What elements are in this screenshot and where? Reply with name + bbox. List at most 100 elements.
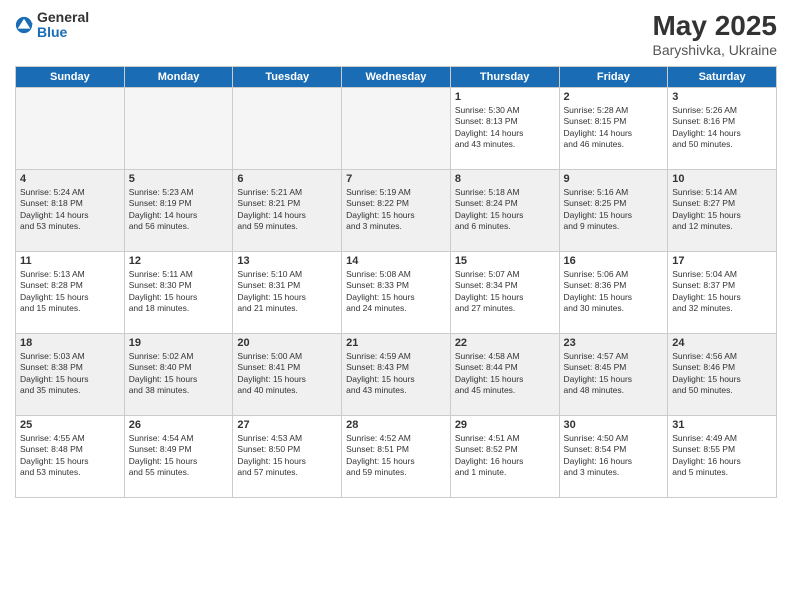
calendar-cell: 10 Sunrise: 5:14 AMSunset: 8:27 PMDayligh…: [668, 170, 777, 252]
day-number: 26: [129, 419, 229, 431]
cell-info: Sunrise: 4:50 AMSunset: 8:54 PMDaylight:…: [564, 433, 664, 479]
page-header: General Blue May 2025 Baryshivka, Ukrain…: [15, 10, 777, 58]
logo-general: General: [37, 10, 89, 25]
cell-info: Sunrise: 4:49 AMSunset: 8:55 PMDaylight:…: [672, 433, 772, 479]
day-number: 25: [20, 419, 120, 431]
calendar-week-4: 18Sunrise: 5:03 AMSunset: 8:38 PMDayligh…: [16, 334, 777, 416]
cell-info: Sunrise: 4:54 AMSunset: 8:49 PMDaylight:…: [129, 433, 229, 479]
calendar-cell: 5Sunrise: 5:23 AMSunset: 8:19 PMDaylight…: [124, 170, 233, 252]
calendar-cell: 19 Sunrise: 5:02 AMSunset: 8:40 PMDayligh…: [124, 334, 233, 416]
calendar-week-5: 25 Sunrise: 4:55 AMSunset: 8:48 PMDayligh…: [16, 416, 777, 498]
day-number: 12: [129, 255, 229, 267]
day-number: 6: [237, 173, 337, 185]
cell-info: Sunrise: 5:08 AMSunset: 8:33 PMDaylight:…: [346, 269, 446, 315]
day-header-friday: Friday: [559, 67, 668, 88]
calendar-cell: 29 Sunrise: 4:51 AMSunset: 8:52 PMDayligh…: [450, 416, 559, 498]
cell-info: Sunrise: 4:52 AMSunset: 8:51 PMDaylight:…: [346, 433, 446, 479]
calendar-cell: [16, 88, 125, 170]
calendar-cell: 9 Sunrise: 5:16 AMSunset: 8:25 PMDaylight…: [559, 170, 668, 252]
day-number: 30: [564, 419, 664, 431]
calendar-cell: 15Sunrise: 5:07 AMSunset: 8:34 PMDayligh…: [450, 252, 559, 334]
cell-info: Sunrise: 5:14 AMSunset: 8:27 PMDaylight:…: [672, 187, 772, 233]
calendar-cell: 14Sunrise: 5:08 AMSunset: 8:33 PMDayligh…: [342, 252, 451, 334]
day-header-tuesday: Tuesday: [233, 67, 342, 88]
calendar-cell: 24 Sunrise: 4:56 AMSunset: 8:46 PMDayligh…: [668, 334, 777, 416]
calendar-week-1: 1 Sunrise: 5:30 AMSunset: 8:13 PMDaylight…: [16, 88, 777, 170]
cell-info: Sunrise: 5:00 AMSunset: 8:41 PMDaylight:…: [237, 351, 337, 397]
calendar-cell: [124, 88, 233, 170]
calendar-cell: 20 Sunrise: 5:00 AMSunset: 8:41 PMDayligh…: [233, 334, 342, 416]
day-number: 15: [455, 255, 555, 267]
day-number: 11: [20, 255, 120, 267]
calendar-cell: 1 Sunrise: 5:30 AMSunset: 8:13 PMDaylight…: [450, 88, 559, 170]
calendar-cell: 7Sunrise: 5:19 AMSunset: 8:22 PMDaylight…: [342, 170, 451, 252]
calendar-cell: [342, 88, 451, 170]
cell-info: Sunrise: 5:11 AMSunset: 8:30 PMDaylight:…: [129, 269, 229, 315]
day-number: 28: [346, 419, 446, 431]
calendar-cell: 2 Sunrise: 5:28 AMSunset: 8:15 PMDaylight…: [559, 88, 668, 170]
cell-info: Sunrise: 5:03 AMSunset: 8:38 PMDaylight:…: [20, 351, 120, 397]
logo-blue: Blue: [37, 25, 89, 40]
calendar-cell: 28 Sunrise: 4:52 AMSunset: 8:51 PMDayligh…: [342, 416, 451, 498]
calendar-cell: 21Sunrise: 4:59 AMSunset: 8:43 PMDayligh…: [342, 334, 451, 416]
calendar-cell: 3Sunrise: 5:26 AMSunset: 8:16 PMDaylight…: [668, 88, 777, 170]
day-number: 22: [455, 337, 555, 349]
day-header-wednesday: Wednesday: [342, 67, 451, 88]
day-number: 2: [564, 91, 664, 103]
cell-info: Sunrise: 5:23 AMSunset: 8:19 PMDaylight:…: [129, 187, 229, 233]
day-number: 21: [346, 337, 446, 349]
calendar-cell: 17Sunrise: 5:04 AMSunset: 8:37 PMDayligh…: [668, 252, 777, 334]
cell-info: Sunrise: 4:57 AMSunset: 8:45 PMDaylight:…: [564, 351, 664, 397]
calendar-cell: 13Sunrise: 5:10 AMSunset: 8:31 PMDayligh…: [233, 252, 342, 334]
days-header-row: SundayMondayTuesdayWednesdayThursdayFrid…: [16, 67, 777, 88]
day-number: 13: [237, 255, 337, 267]
day-number: 19: [129, 337, 229, 349]
calendar-cell: 26 Sunrise: 4:54 AMSunset: 8:49 PMDayligh…: [124, 416, 233, 498]
day-number: 20: [237, 337, 337, 349]
calendar-cell: 23 Sunrise: 4:57 AMSunset: 8:45 PMDayligh…: [559, 334, 668, 416]
day-number: 7: [346, 173, 446, 185]
cell-info: Sunrise: 5:24 AMSunset: 8:18 PMDaylight:…: [20, 187, 120, 233]
calendar-cell: 22 Sunrise: 4:58 AMSunset: 8:44 PMDayligh…: [450, 334, 559, 416]
calendar-cell: 31 Sunrise: 4:49 AMSunset: 8:55 PMDayligh…: [668, 416, 777, 498]
calendar-cell: 25 Sunrise: 4:55 AMSunset: 8:48 PMDayligh…: [16, 416, 125, 498]
cell-info: Sunrise: 4:55 AMSunset: 8:48 PMDaylight:…: [20, 433, 120, 479]
calendar-cell: 12 Sunrise: 5:11 AMSunset: 8:30 PMDayligh…: [124, 252, 233, 334]
cell-info: Sunrise: 5:06 AMSunset: 8:36 PMDaylight:…: [564, 269, 664, 315]
day-number: 27: [237, 419, 337, 431]
calendar-cell: 16 Sunrise: 5:06 AMSunset: 8:36 PMDayligh…: [559, 252, 668, 334]
day-number: 29: [455, 419, 555, 431]
day-number: 1: [455, 91, 555, 103]
day-number: 24: [672, 337, 772, 349]
calendar-table: SundayMondayTuesdayWednesdayThursdayFrid…: [15, 66, 777, 498]
day-header-sunday: Sunday: [16, 67, 125, 88]
day-header-monday: Monday: [124, 67, 233, 88]
calendar-week-3: 11Sunrise: 5:13 AMSunset: 8:28 PMDayligh…: [16, 252, 777, 334]
day-number: 23: [564, 337, 664, 349]
cell-info: Sunrise: 4:56 AMSunset: 8:46 PMDaylight:…: [672, 351, 772, 397]
day-number: 17: [672, 255, 772, 267]
cell-info: Sunrise: 5:02 AMSunset: 8:40 PMDaylight:…: [129, 351, 229, 397]
day-number: 4: [20, 173, 120, 185]
logo: General Blue: [15, 10, 89, 41]
day-number: 10: [672, 173, 772, 185]
calendar-week-2: 4 Sunrise: 5:24 AMSunset: 8:18 PMDaylight…: [16, 170, 777, 252]
day-number: 8: [455, 173, 555, 185]
day-number: 9: [564, 173, 664, 185]
calendar-cell: [233, 88, 342, 170]
cell-info: Sunrise: 4:58 AMSunset: 8:44 PMDaylight:…: [455, 351, 555, 397]
calendar-cell: 11Sunrise: 5:13 AMSunset: 8:28 PMDayligh…: [16, 252, 125, 334]
logo-icon: [15, 16, 33, 34]
calendar-cell: 4 Sunrise: 5:24 AMSunset: 8:18 PMDaylight…: [16, 170, 125, 252]
cell-info: Sunrise: 5:30 AMSunset: 8:13 PMDaylight:…: [455, 105, 555, 151]
logo-text: General Blue: [37, 10, 89, 41]
cell-info: Sunrise: 5:16 AMSunset: 8:25 PMDaylight:…: [564, 187, 664, 233]
day-number: 16: [564, 255, 664, 267]
day-number: 31: [672, 419, 772, 431]
cell-info: Sunrise: 5:21 AMSunset: 8:21 PMDaylight:…: [237, 187, 337, 233]
day-header-saturday: Saturday: [668, 67, 777, 88]
location: Baryshivka, Ukraine: [652, 42, 777, 58]
cell-info: Sunrise: 5:28 AMSunset: 8:15 PMDaylight:…: [564, 105, 664, 151]
cell-info: Sunrise: 4:51 AMSunset: 8:52 PMDaylight:…: [455, 433, 555, 479]
day-header-thursday: Thursday: [450, 67, 559, 88]
